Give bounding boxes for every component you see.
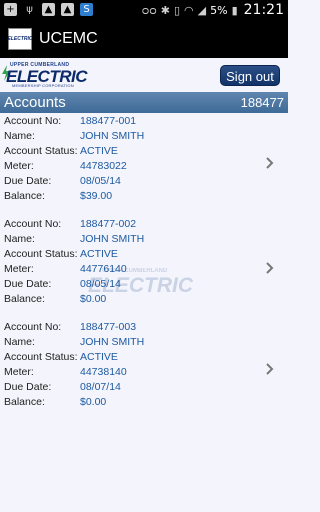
vibrate-icon: ▯ bbox=[173, 3, 181, 17]
name-value: JOHN SMITH bbox=[80, 233, 145, 245]
voicemail-icon: ᴑᴑ bbox=[141, 3, 157, 17]
app-title: UCEMC bbox=[39, 30, 98, 47]
app-icon-text: ELECTRIC bbox=[7, 36, 33, 42]
name-value: JOHN SMITH bbox=[80, 130, 145, 142]
balance-label: Balance: bbox=[4, 396, 45, 408]
due-date-label: Due Date: bbox=[4, 381, 52, 393]
account-item[interactable]: Account No: 188477-001 Name: JOHN SMITH … bbox=[0, 113, 288, 216]
name-label: Name: bbox=[4, 336, 35, 348]
balance-label: Balance: bbox=[4, 190, 45, 202]
meter-label: Meter: bbox=[4, 263, 34, 275]
battery-icon: ▮ bbox=[231, 3, 238, 17]
image-icon: ▲ bbox=[42, 3, 55, 16]
account-item[interactable]: Account No: 188477-003 Name: JOHN SMITH … bbox=[0, 319, 288, 422]
meter-label: Meter: bbox=[4, 366, 34, 378]
action-bar: ELECTRIC UCEMC bbox=[0, 20, 288, 58]
name-value: JOHN SMITH bbox=[80, 336, 145, 348]
system-icons: ᴑᴑ ✱ ▯ ◠ ◢ 5% ▮ 21:21 bbox=[142, 2, 284, 18]
status-label: Account Status: bbox=[4, 145, 78, 157]
accounts-title: Accounts bbox=[4, 94, 66, 111]
balance-value: $0.00 bbox=[80, 396, 107, 408]
due-date-label: Due Date: bbox=[4, 175, 52, 187]
signal-icon: ◢ bbox=[197, 3, 207, 17]
battery-percent: 5% bbox=[210, 3, 228, 17]
notification-icons: + ψ ▲ ▲ S bbox=[4, 3, 93, 16]
accounts-header: Accounts 188477 bbox=[0, 92, 288, 113]
account-no-label: Account No: bbox=[4, 321, 62, 333]
status-label: Account Status: bbox=[4, 248, 78, 260]
wifi-icon: ◠ bbox=[184, 3, 194, 17]
chevron-right-icon[interactable] bbox=[265, 262, 274, 274]
shazam-icon: S bbox=[80, 3, 93, 16]
member-number: 188477 bbox=[240, 95, 284, 110]
chevron-right-icon[interactable] bbox=[265, 363, 274, 375]
account-no-value: 188477-002 bbox=[80, 218, 137, 230]
name-label: Name: bbox=[4, 130, 35, 142]
app-icon: ELECTRIC bbox=[7, 28, 33, 50]
meter-value: 44776140 bbox=[80, 263, 127, 275]
balance-label: Balance: bbox=[4, 293, 45, 305]
account-no-label: Account No: bbox=[4, 115, 62, 127]
due-date-label: Due Date: bbox=[4, 278, 52, 290]
bluetooth-icon: ✱ bbox=[160, 3, 170, 17]
status-value: ACTIVE bbox=[80, 248, 118, 260]
usb-icon: ψ bbox=[26, 4, 33, 15]
header: UPPER CUMBERLAND ELECTRIC MEMBERSHIP COR… bbox=[0, 58, 288, 92]
status-value: ACTIVE bbox=[80, 145, 118, 157]
plus-icon: + bbox=[4, 3, 17, 16]
account-no-value: 188477-003 bbox=[80, 321, 137, 333]
clock: 21:21 bbox=[243, 2, 284, 18]
due-date-value: 08/07/14 bbox=[80, 381, 121, 393]
status-value: ACTIVE bbox=[80, 351, 118, 363]
balance-value: $39.00 bbox=[80, 190, 113, 202]
status-label: Account Status: bbox=[4, 351, 78, 363]
account-no-label: Account No: bbox=[4, 218, 62, 230]
status-bar: + ψ ▲ ▲ S ᴑᴑ ✱ ▯ ◠ ◢ 5% ▮ 21:21 bbox=[0, 0, 288, 20]
accounts-list: Account No: 188477-001 Name: JOHN SMITH … bbox=[0, 113, 288, 422]
meter-value: 44783022 bbox=[80, 160, 127, 172]
chevron-right-icon[interactable] bbox=[265, 157, 274, 169]
logo-sub-text: MEMBERSHIP CORPORATION bbox=[12, 83, 74, 88]
company-logo: UPPER CUMBERLAND ELECTRIC MEMBERSHIP COR… bbox=[2, 62, 88, 88]
due-date-value: 08/05/14 bbox=[80, 278, 121, 290]
sign-out-button[interactable]: Sign out bbox=[220, 65, 280, 86]
due-date-value: 08/05/14 bbox=[80, 175, 121, 187]
balance-value: $0.00 bbox=[80, 293, 107, 305]
name-label: Name: bbox=[4, 233, 35, 245]
meter-value: 44738140 bbox=[80, 366, 127, 378]
account-no-value: 188477-001 bbox=[80, 115, 137, 127]
image-icon: ▲ bbox=[61, 3, 74, 16]
account-item[interactable]: Account No: 188477-002 Name: JOHN SMITH … bbox=[0, 216, 288, 319]
meter-label: Meter: bbox=[4, 160, 34, 172]
